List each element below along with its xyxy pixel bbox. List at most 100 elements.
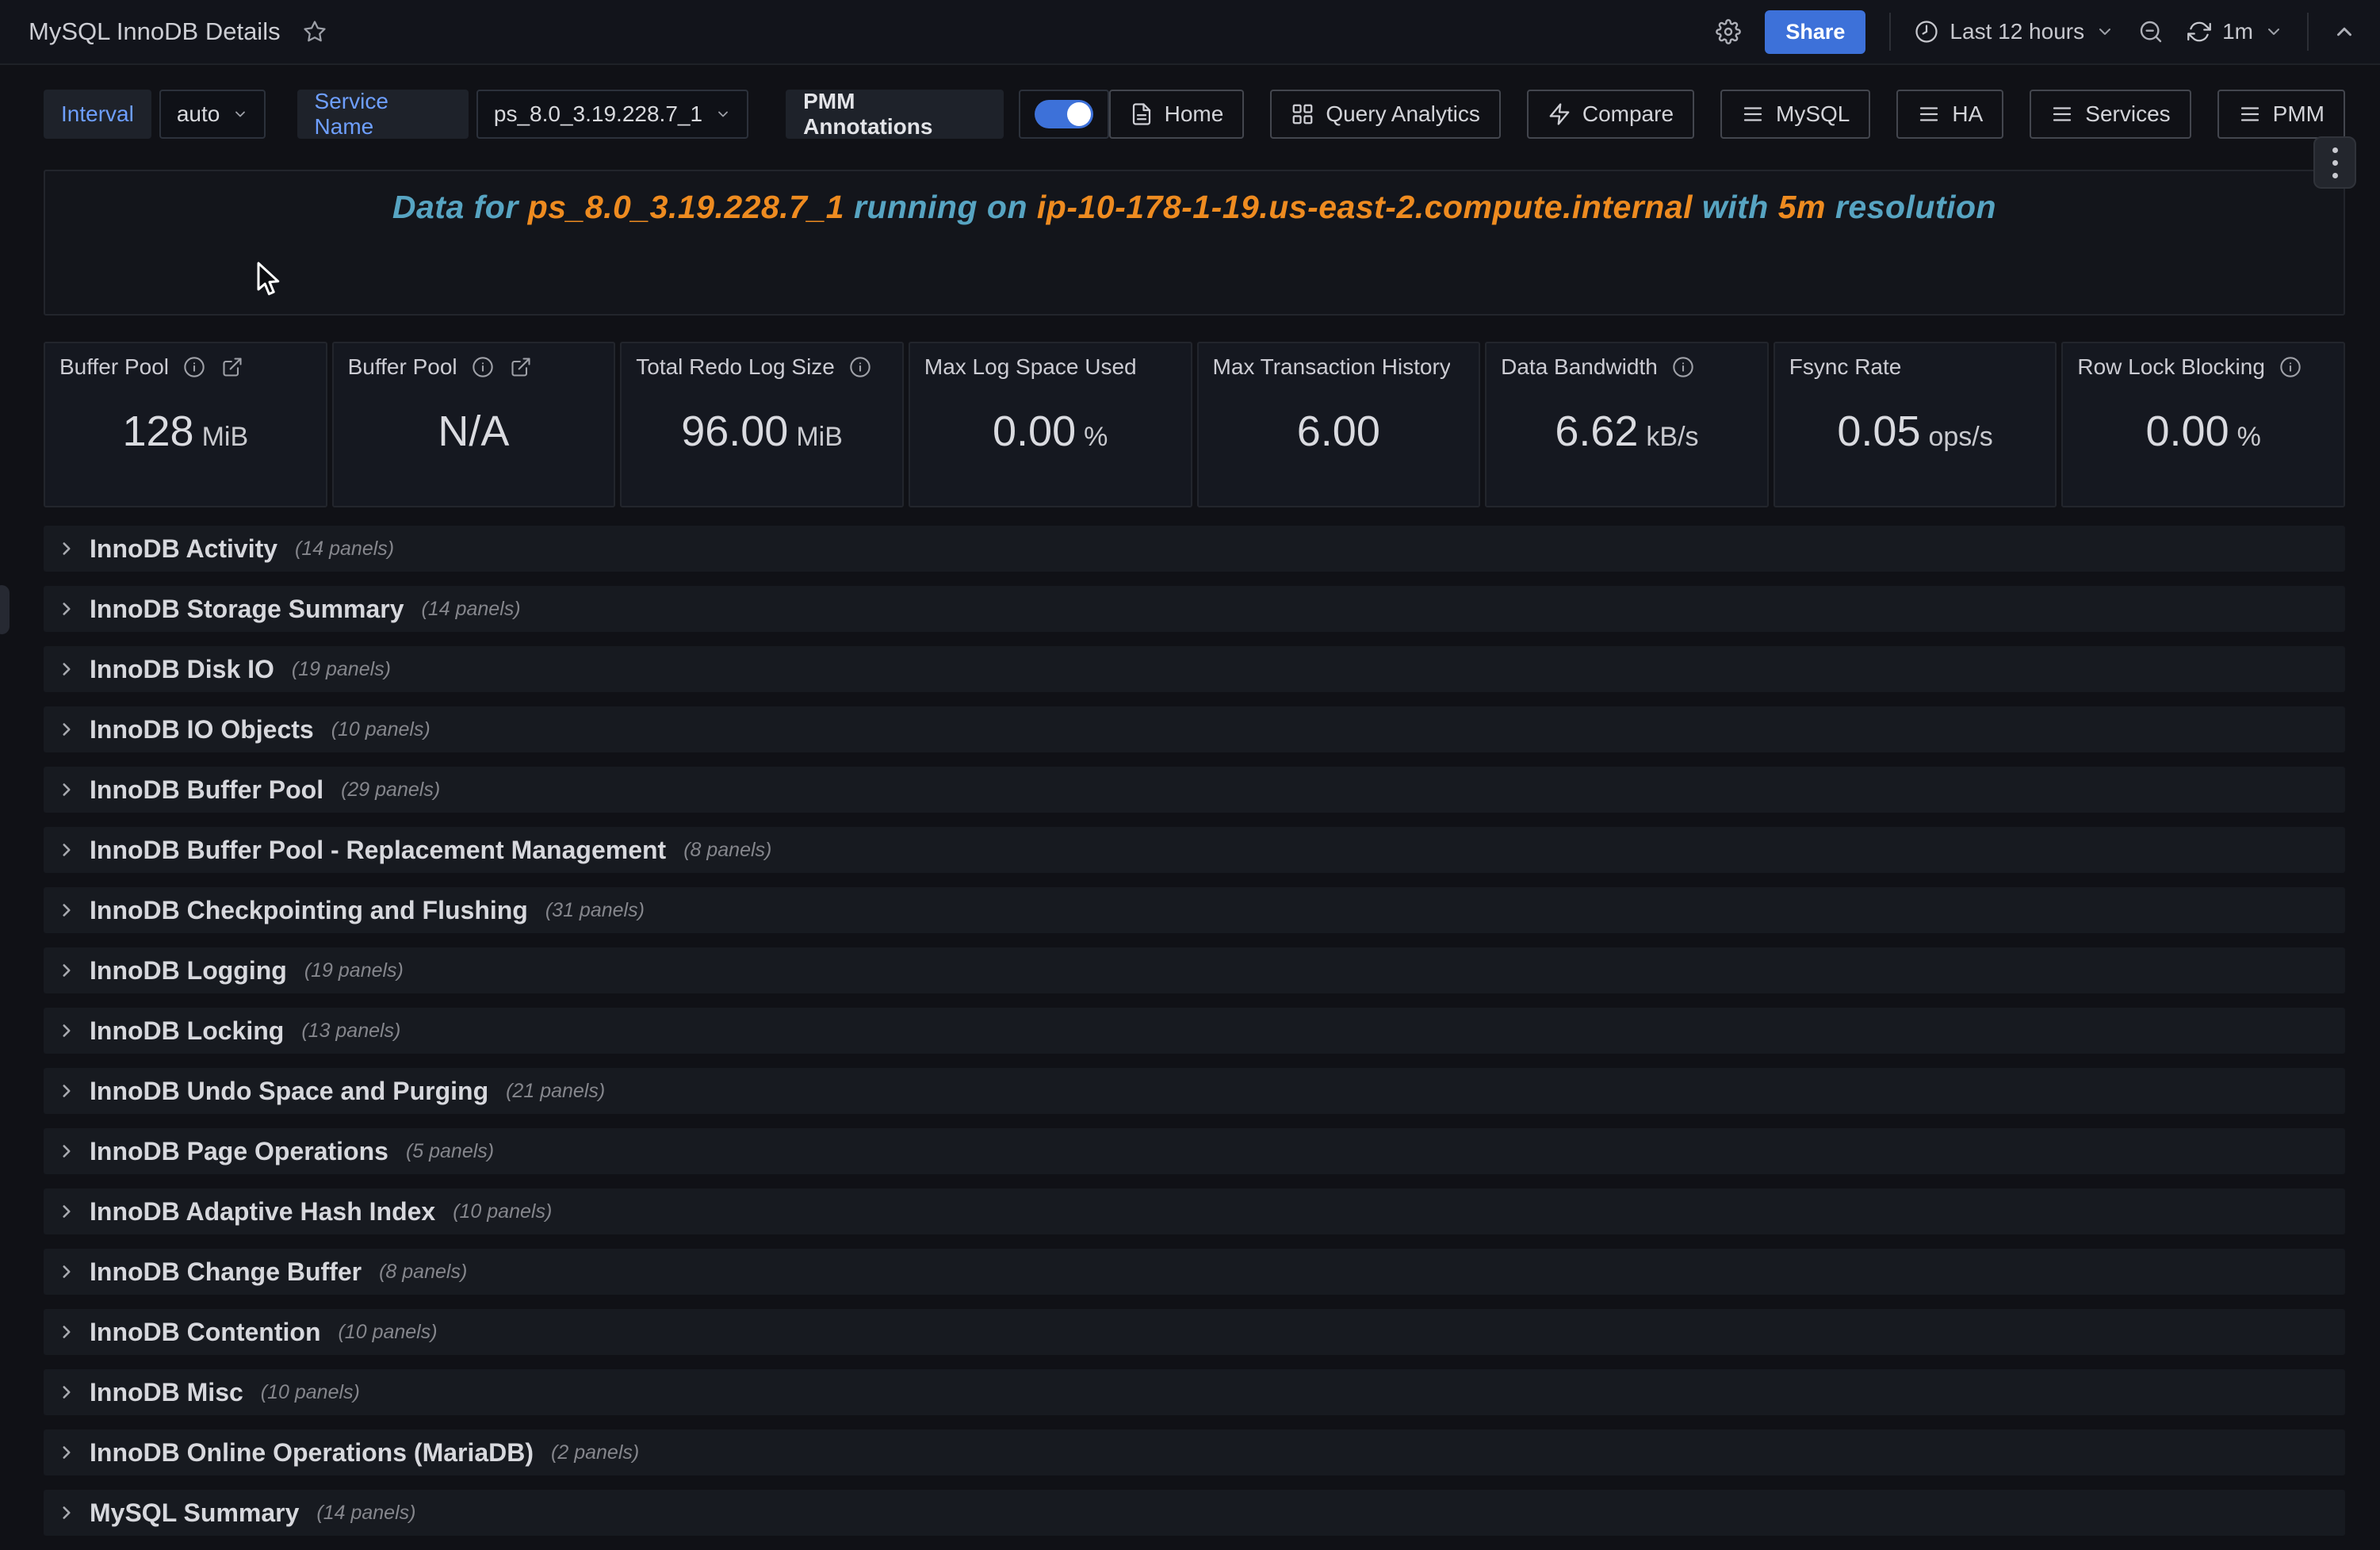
left-edge-scroll-indicator	[0, 585, 10, 634]
stat-panel: Fsync Rate 0.05 ops/s	[1774, 342, 2057, 507]
collapsible-row[interactable]: MySQL Summary (14 panels)	[44, 1490, 2345, 1536]
row-title: InnoDB IO Objects	[90, 715, 314, 744]
panel-menu-kebab-icon[interactable]	[2313, 136, 2356, 189]
banner-segment: ps_8.0_3.19.228.7_1	[528, 189, 844, 225]
chevron-right-icon	[56, 538, 77, 559]
collapsible-row[interactable]: InnoDB Storage Summary (14 panels)	[44, 586, 2345, 632]
info-icon[interactable]	[472, 356, 494, 378]
nav-button-label: Services	[2085, 101, 2170, 127]
menu-icon	[2238, 102, 2262, 126]
settings-gear-icon[interactable]	[1716, 19, 1741, 44]
stat-panel: Buffer Pool 128 MiB	[44, 342, 327, 507]
external-link-icon[interactable]	[221, 356, 243, 378]
dashboard-title: MySQL InnoDB Details	[29, 17, 281, 46]
nav-link-button[interactable]: Query Analytics	[1270, 90, 1501, 139]
stat-unit: MiB	[796, 422, 843, 453]
nav-button-label: Query Analytics	[1326, 101, 1480, 127]
collapsible-row[interactable]: InnoDB Activity (14 panels)	[44, 526, 2345, 572]
info-icon[interactable]	[183, 356, 205, 378]
stat-panels-row: Buffer Pool 128 MiB Buffer Pool N/A Tota…	[44, 342, 2345, 507]
share-button[interactable]: Share	[1765, 10, 1865, 54]
stat-panel: Buffer Pool N/A	[332, 342, 616, 507]
service-name-dropdown[interactable]: ps_8.0_3.19.228.7_1	[476, 90, 748, 139]
interval-dropdown[interactable]: auto	[159, 90, 266, 139]
top-nav-actions: Share Last 12 hours	[1716, 10, 2380, 54]
collapsible-row[interactable]: InnoDB Checkpointing and Flushing (31 pa…	[44, 887, 2345, 933]
nav-link-button[interactable]: PMM	[2217, 90, 2345, 139]
bolt-icon	[1548, 102, 1571, 126]
top-nav-bar: MySQL InnoDB Details Share Last 12 hours	[0, 0, 2380, 65]
stat-panel: Total Redo Log Size 96.00 MiB	[620, 342, 904, 507]
nav-link-button[interactable]: Compare	[1527, 90, 1694, 139]
row-panel-count: (21 panels)	[506, 1080, 605, 1103]
stat-unit: MiB	[202, 422, 249, 453]
collapsible-row[interactable]: InnoDB Contention (10 panels)	[44, 1309, 2345, 1355]
refresh-controls[interactable]: 1m	[2187, 19, 2283, 44]
stat-panel-title: Max Transaction History	[1213, 354, 1451, 380]
chevron-right-icon	[56, 1502, 77, 1523]
row-panel-count: (14 panels)	[295, 538, 394, 561]
favorite-star-icon[interactable]	[303, 20, 327, 44]
zoom-out-icon[interactable]	[2138, 19, 2164, 44]
collapsible-row[interactable]: InnoDB Buffer Pool - Replacement Managem…	[44, 827, 2345, 873]
row-panel-count: (19 panels)	[292, 658, 391, 681]
row-panel-count: (10 panels)	[261, 1381, 360, 1404]
collapsible-row[interactable]: InnoDB Change Buffer (8 panels)	[44, 1249, 2345, 1295]
info-icon[interactable]	[849, 356, 871, 378]
stat-panel-title: Total Redo Log Size	[636, 354, 835, 380]
row-title: InnoDB Adaptive Hash Index	[90, 1197, 435, 1227]
nav-link-button[interactable]: HA	[1896, 90, 2003, 139]
dashboard-toolbar: Interval auto Service Name ps_8.0_3.19.2…	[44, 90, 2345, 139]
stat-value: 0.00	[2146, 407, 2229, 456]
pmm-annotations-toggle[interactable]	[1019, 90, 1109, 139]
stat-panel-title: Fsync Rate	[1789, 354, 1902, 380]
row-title: InnoDB Logging	[90, 956, 287, 985]
collapsible-row[interactable]: InnoDB Buffer Pool (29 panels)	[44, 767, 2345, 813]
stat-panel-title: Row Lock Blocking	[2077, 354, 2265, 380]
collapsible-row[interactable]: InnoDB Locking (13 panels)	[44, 1008, 2345, 1054]
info-icon[interactable]	[1672, 356, 1694, 378]
row-panel-count: (29 panels)	[341, 779, 440, 802]
banner-text: Data for ps_8.0_3.19.228.7_1 running on …	[45, 189, 2344, 226]
collapsible-row[interactable]: InnoDB Undo Space and Purging (21 panels…	[44, 1068, 2345, 1114]
chevron-right-icon	[56, 840, 77, 860]
row-panel-count: (31 panels)	[545, 899, 645, 922]
collapsible-row[interactable]: InnoDB Adaptive Hash Index (10 panels)	[44, 1188, 2345, 1234]
stat-value: 128	[122, 407, 193, 456]
row-title: MySQL Summary	[90, 1498, 299, 1528]
nav-button-label: MySQL	[1776, 101, 1850, 127]
row-title: InnoDB Change Buffer	[90, 1257, 362, 1287]
time-range-label: Last 12 hours	[1950, 19, 2084, 44]
time-range-picker[interactable]: Last 12 hours	[1915, 19, 2114, 44]
interval-label: Interval	[44, 90, 151, 139]
stat-panel-icons	[472, 356, 532, 378]
collapsed-row-list: InnoDB Activity (14 panels) InnoDB Stora…	[44, 526, 2345, 1550]
row-title: InnoDB Page Operations	[90, 1137, 388, 1166]
external-link-icon[interactable]	[510, 356, 532, 378]
collapsible-row[interactable]: InnoDB IO Objects (10 panels)	[44, 706, 2345, 752]
collapsible-row[interactable]: InnoDB Misc (10 panels)	[44, 1369, 2345, 1415]
toggle-knob	[1067, 102, 1091, 126]
collapsible-row[interactable]: InnoDB Online Operations (MariaDB) (2 pa…	[44, 1429, 2345, 1475]
row-panel-count: (10 panels)	[338, 1321, 437, 1344]
nav-link-button[interactable]: Home	[1109, 90, 1245, 139]
service-name-label: Service Name	[297, 90, 469, 139]
nav-link-button[interactable]: Services	[2030, 90, 2191, 139]
collapsible-row[interactable]: InnoDB Logging (19 panels)	[44, 947, 2345, 993]
collapsible-row[interactable]: InnoDB Disk IO (19 panels)	[44, 646, 2345, 692]
info-icon[interactable]	[2279, 356, 2302, 378]
stat-panel-title: Max Log Space Used	[924, 354, 1137, 380]
nav-link-button[interactable]: MySQL	[1720, 90, 1870, 139]
row-title: InnoDB Checkpointing and Flushing	[90, 896, 528, 925]
row-title: InnoDB Online Operations (MariaDB)	[90, 1438, 534, 1468]
nav-button-label: PMM	[2273, 101, 2325, 127]
clock-icon	[1915, 20, 1938, 44]
collapsible-row[interactable]: InnoDB Page Operations (5 panels)	[44, 1128, 2345, 1174]
row-panel-count: (8 panels)	[379, 1261, 467, 1284]
banner-segment: ip-10-178-1-19.us-east-2.compute.interna…	[1037, 189, 1693, 225]
data-resolution-banner-panel: Data for ps_8.0_3.19.228.7_1 running on …	[44, 170, 2345, 316]
banner-segment: Data for	[392, 189, 528, 225]
row-title: InnoDB Buffer Pool	[90, 775, 323, 805]
collapse-caret-up-icon[interactable]	[2332, 20, 2356, 44]
stat-panel: Row Lock Blocking 0.00 %	[2061, 342, 2345, 507]
